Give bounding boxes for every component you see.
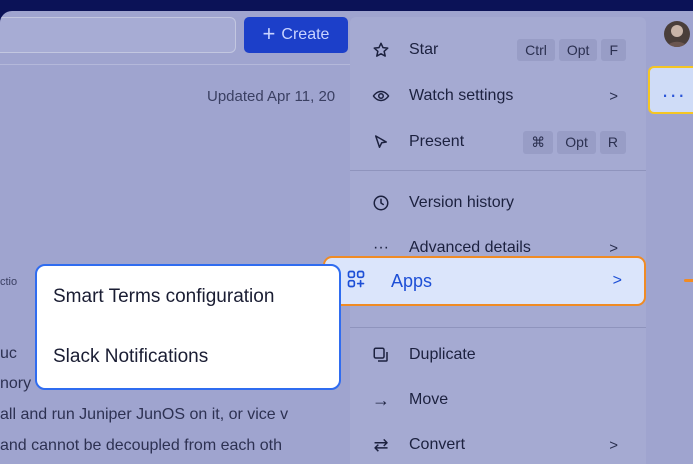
menu-item-label: Move	[409, 391, 449, 408]
cursor-icon	[370, 131, 392, 153]
menu-item-label: Star	[409, 41, 439, 58]
menu-item-label: Watch settings	[409, 87, 514, 104]
body-line: all and run Juniper JunOS on it, or vice…	[0, 406, 360, 424]
menu-item-label: Convert	[409, 436, 466, 453]
menu-item-version-history[interactable]: Version history	[350, 185, 646, 221]
clock-icon	[370, 192, 392, 214]
menu-divider	[350, 170, 646, 171]
shortcut-key: Opt	[558, 39, 598, 61]
menu-item-convert[interactable]: ⇄ Convert >	[350, 427, 646, 463]
avatar[interactable]	[664, 21, 690, 47]
chevron-right-icon: >	[609, 239, 618, 257]
shortcut-key: F	[601, 39, 626, 61]
submenu-item-slack-notifications[interactable]: Slack Notifications	[53, 346, 208, 368]
menu-item-present[interactable]: Present ⌘ Opt R	[350, 124, 646, 160]
create-button-label: Create	[281, 26, 330, 43]
copy-icon	[370, 344, 392, 366]
body-line-text: all and run Juniper JunOS on it, or vice…	[0, 406, 289, 423]
menu-item-label: Apps	[391, 270, 433, 291]
updated-timestamp: Updated Apr 11, 20	[207, 88, 336, 105]
menu-item-apps[interactable]: Apps >	[323, 256, 646, 306]
menu-item-label: Duplicate	[409, 346, 476, 363]
star-icon	[370, 39, 392, 61]
shortcut-key: R	[599, 130, 626, 154]
chevron-right-icon: >	[609, 87, 618, 105]
more-actions-button[interactable]: ...	[648, 66, 693, 114]
shortcut-key: ⌘	[523, 130, 554, 154]
chevron-right-icon: >	[612, 272, 622, 289]
menu-item-star[interactable]: Star Ctrl Opt F	[350, 32, 646, 68]
menu-item-duplicate[interactable]: Duplicate	[350, 337, 646, 373]
submenu-item-smart-terms[interactable]: Smart Terms configuration	[53, 286, 274, 308]
header-divider	[0, 64, 360, 65]
menu-item-watch-settings[interactable]: Watch settings >	[350, 78, 646, 114]
eye-icon	[370, 85, 392, 107]
body-line: and cannot be decoupled from each oth	[0, 437, 282, 454]
create-button[interactable]: + Create	[244, 17, 348, 53]
swap-icon: ⇄	[373, 434, 389, 455]
menu-item-move[interactable]: → Move	[350, 382, 646, 418]
menu-item-label: Version history	[409, 194, 514, 211]
menu-divider	[350, 327, 646, 328]
shortcut-keys: ⌘ Opt R	[519, 130, 626, 154]
plus-icon: +	[262, 21, 276, 46]
chevron-right-icon: >	[609, 436, 618, 454]
more-horizontal-icon: ...	[662, 77, 687, 102]
apps-submenu: Smart Terms configuration Slack Notifica…	[35, 264, 341, 390]
search-input[interactable]	[0, 17, 236, 53]
pointer-arrow-icon	[684, 279, 693, 282]
page-backdrop: + Create Updated Apr 11, 20 ctio uc nory…	[0, 11, 693, 464]
shortcut-key: Opt	[557, 130, 596, 154]
arrow-right-icon: →	[372, 389, 390, 410]
more-actions-menu: Star Ctrl Opt F Watch settings > Present…	[350, 17, 646, 464]
shortcut-key: Ctrl	[517, 39, 555, 61]
menu-item-label: Advanced details	[409, 239, 531, 256]
shortcut-keys: Ctrl Opt F	[513, 39, 626, 61]
apps-grid-icon	[346, 269, 366, 294]
section-label: ctio	[0, 276, 18, 288]
menu-item-label: Present	[409, 133, 465, 150]
